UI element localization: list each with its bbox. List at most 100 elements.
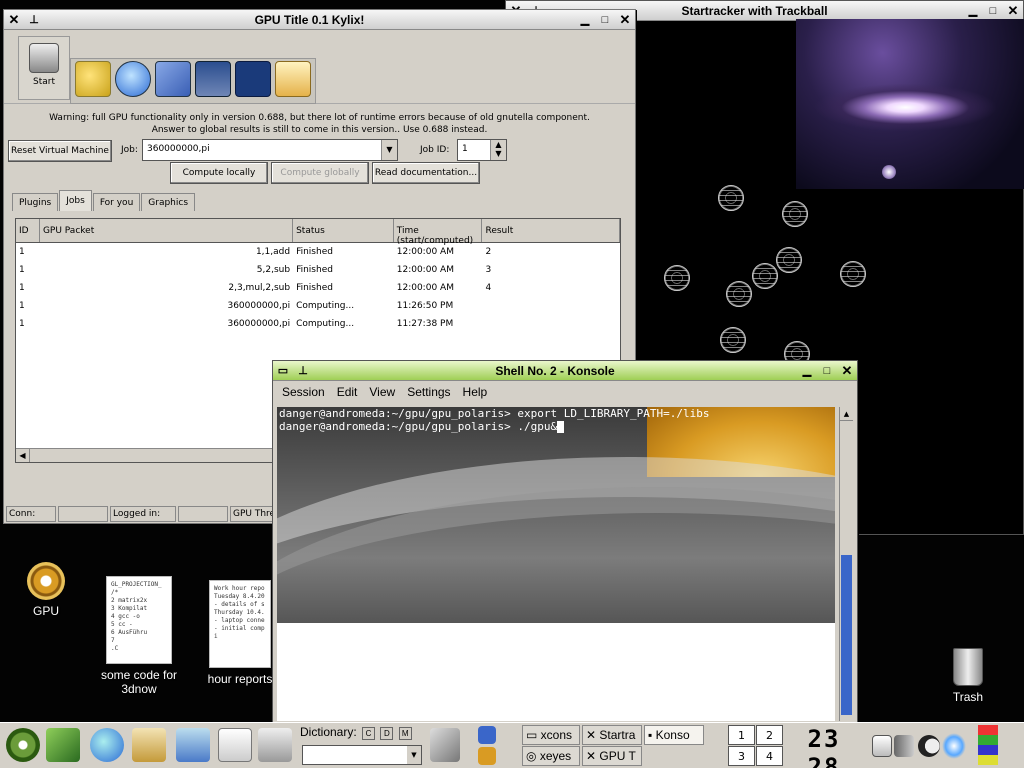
window-menu-icon[interactable]: ▭ xyxy=(275,364,291,378)
kde-menu-gear-icon[interactable] xyxy=(6,728,40,762)
pager-desktop-1[interactable]: 1 xyxy=(728,725,755,745)
scrollbar-thumb[interactable] xyxy=(841,555,852,715)
tab-graphics[interactable]: Graphics xyxy=(141,193,196,211)
terminal-blank-area[interactable] xyxy=(277,623,835,721)
globe-icon[interactable] xyxy=(90,728,124,762)
minimize-icon[interactable]: ▁ xyxy=(577,13,593,27)
start-button[interactable]: Start xyxy=(18,36,70,100)
spinner-arrows-icon[interactable]: ▲ ▼ xyxy=(490,140,506,160)
dict-option-c[interactable]: C xyxy=(362,727,376,740)
compute-globally-button[interactable]: Compute globally xyxy=(271,162,369,184)
menu-session[interactable]: Session xyxy=(282,385,325,399)
pager-desktop-4[interactable]: 4 xyxy=(756,746,783,766)
save-icon[interactable] xyxy=(195,61,231,97)
tab-for-you[interactable]: For you xyxy=(92,193,141,211)
settings-wand-icon[interactable] xyxy=(75,61,111,97)
star-sphere[interactable] xyxy=(782,201,808,227)
close-icon[interactable]: ✕ xyxy=(617,12,633,27)
task-startracker[interactable]: ✕ Startra xyxy=(582,725,642,745)
chevron-down-icon[interactable]: ▼ xyxy=(407,746,421,764)
menu-edit[interactable]: Edit xyxy=(337,385,358,399)
star-icon[interactable] xyxy=(942,733,966,759)
star-sphere[interactable] xyxy=(720,327,746,353)
read-documentation-button[interactable]: Read documentation... xyxy=(372,162,480,184)
tab-jobs[interactable]: Jobs xyxy=(59,190,92,211)
gpu-titlebar[interactable]: ✕ ⊥ GPU Title 0.1 Kylix! ▁ □ ✕ xyxy=(4,10,635,30)
vertical-scrollbar[interactable]: ▲ xyxy=(839,407,853,721)
pen-icon[interactable] xyxy=(430,728,460,762)
logout-icon[interactable] xyxy=(478,747,496,765)
dict-option-d[interactable]: D xyxy=(380,727,394,740)
table-row[interactable]: 1 1,1,add Finished 12:00:00 AM 2 xyxy=(16,243,620,261)
menu-view[interactable]: View xyxy=(369,385,395,399)
shell-icon[interactable] xyxy=(132,728,166,762)
star-sphere[interactable] xyxy=(664,265,690,291)
task-gpu[interactable]: ✕ GPU T xyxy=(582,746,642,766)
dictionary-input[interactable]: ▼ xyxy=(302,745,422,765)
installer-icon[interactable] xyxy=(258,728,292,762)
table-row[interactable]: 1 360000000,pi Computing... 11:27:38 PM xyxy=(16,315,620,333)
task-xeyes[interactable]: ◎ xeyes xyxy=(522,746,580,766)
desktop-icon-trash[interactable]: Trash xyxy=(940,648,996,704)
klipper-icon[interactable] xyxy=(872,735,892,757)
job-combo[interactable]: 360000000,pi ▼ xyxy=(142,139,398,161)
chevron-down-icon[interactable]: ▼ xyxy=(381,140,397,160)
close-icon[interactable]: ✕ xyxy=(1005,3,1021,18)
search-icon[interactable] xyxy=(115,61,151,97)
arrow-up-icon[interactable]: ▲ xyxy=(840,407,853,421)
table-row[interactable]: 1 2,3,mul,2,sub Finished 12:00:00 AM 4 xyxy=(16,279,620,297)
terminal-area[interactable]: danger@andromeda:~/gpu/gpu_polaris> expo… xyxy=(277,407,835,623)
maximize-icon[interactable]: □ xyxy=(597,13,613,27)
star-sphere[interactable] xyxy=(840,261,866,287)
star-sphere[interactable] xyxy=(776,247,802,273)
konsole-window[interactable]: ▭ ⊥ Shell No. 2 - Konsole ▁ □ ✕ Session … xyxy=(272,360,858,724)
warning-text: Warning: full GPU functionality only in … xyxy=(49,113,590,135)
moon-icon[interactable] xyxy=(918,735,940,757)
star-sphere[interactable] xyxy=(718,185,744,211)
speaker-icon[interactable] xyxy=(894,735,914,757)
column-header-result[interactable]: Result xyxy=(482,219,620,242)
compute-locally-button[interactable]: Compute locally xyxy=(170,162,268,184)
job-id-spinner[interactable]: 1 ▲ ▼ xyxy=(457,139,507,161)
close-icon[interactable]: ✕ xyxy=(839,363,855,378)
pager-desktop-2[interactable]: 2 xyxy=(756,725,783,745)
table-row[interactable]: 1 5,2,sub Finished 12:00:00 AM 3 xyxy=(16,261,620,279)
lock-icon[interactable] xyxy=(478,726,496,744)
tab-plugins[interactable]: Plugins xyxy=(12,193,59,211)
menu-help[interactable]: Help xyxy=(463,385,488,399)
network-icon[interactable] xyxy=(155,61,191,97)
document-icon[interactable] xyxy=(218,728,252,762)
star-sphere[interactable] xyxy=(752,263,778,289)
tools-icon[interactable] xyxy=(46,728,80,762)
desktop-icon-gpu[interactable]: GPU xyxy=(18,562,74,618)
clock[interactable]: 23 28 2003-05-10 xyxy=(790,725,858,768)
star-sphere[interactable] xyxy=(726,281,752,307)
menu-settings[interactable]: Settings xyxy=(407,385,450,399)
task-konsole[interactable]: ▪ Konso xyxy=(644,725,704,745)
reset-vm-button[interactable]: Reset Virtual Machine xyxy=(8,140,112,162)
pin-icon[interactable]: ⊥ xyxy=(26,13,42,27)
window-menu-icon[interactable]: ✕ xyxy=(6,12,22,27)
column-header-time[interactable]: Time (start/computed) xyxy=(394,219,483,246)
color-grid-icon[interactable] xyxy=(978,725,998,765)
monitor-chart-icon[interactable] xyxy=(235,61,271,97)
pager-desktop-3[interactable]: 3 xyxy=(728,746,755,766)
table-row[interactable]: 1 360000000,pi Computing... 11:26:50 PM xyxy=(16,297,620,315)
arrow-left-icon[interactable]: ◀ xyxy=(16,449,30,462)
hard-disk-icon xyxy=(29,43,59,73)
column-header-id[interactable]: ID xyxy=(16,219,40,242)
dict-option-m[interactable]: M xyxy=(398,727,412,740)
task-xconsole[interactable]: ▭ xcons xyxy=(522,725,580,745)
konsole-titlebar[interactable]: ▭ ⊥ Shell No. 2 - Konsole ▁ □ ✕ xyxy=(273,361,857,381)
column-header-status[interactable]: Status xyxy=(293,219,394,242)
pin-icon[interactable]: ⊥ xyxy=(295,364,311,378)
column-header-packet[interactable]: GPU Packet xyxy=(40,219,294,242)
maximize-icon[interactable]: □ xyxy=(819,364,835,378)
minimize-icon[interactable]: ▁ xyxy=(965,4,981,18)
mail-icon[interactable] xyxy=(275,61,311,97)
desktop-icon-code[interactable]: GL_PROJECTION_/* 2 matrix2x 3 Kompilat 4… xyxy=(96,576,182,696)
minimize-icon[interactable]: ▁ xyxy=(799,364,815,378)
desktop-icon-hour-reports[interactable]: Work hour repo Tuesday 8.4.20- details of… xyxy=(204,580,276,686)
home-icon[interactable] xyxy=(176,728,210,762)
maximize-icon[interactable]: □ xyxy=(985,4,1001,18)
